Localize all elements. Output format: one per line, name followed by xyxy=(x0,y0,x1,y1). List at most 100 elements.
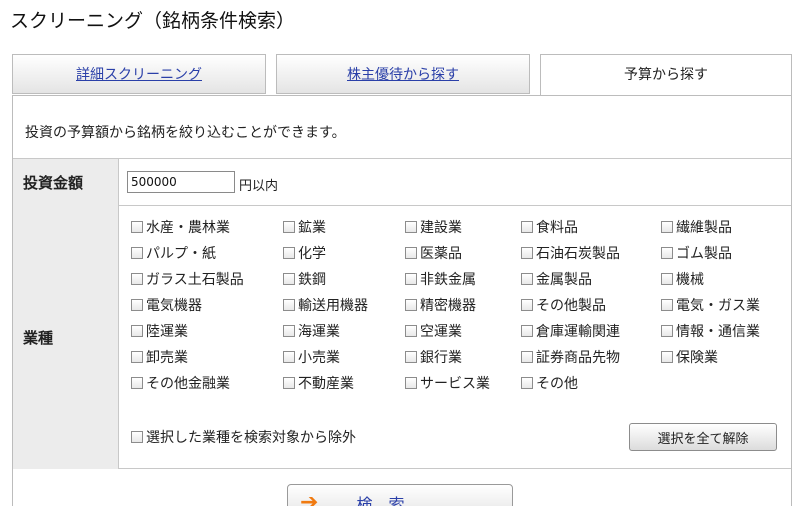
industry-option[interactable]: ゴム製品 xyxy=(661,243,732,263)
industry-checkbox[interactable] xyxy=(283,299,295,311)
industry-checkbox[interactable] xyxy=(521,273,533,285)
industry-checkbox[interactable] xyxy=(521,221,533,233)
industry-checkbox[interactable] xyxy=(405,351,417,363)
industry-checkbox[interactable] xyxy=(283,325,295,337)
industry-checkbox[interactable] xyxy=(131,299,143,311)
industry-option[interactable]: 情報・通信業 xyxy=(661,321,760,341)
industry-option[interactable]: 陸運業 xyxy=(131,321,188,341)
industry-option[interactable]: 電気・ガス業 xyxy=(661,295,760,315)
industry-checkbox[interactable] xyxy=(283,377,295,389)
industry-option[interactable]: 機械 xyxy=(661,269,704,289)
industry-option[interactable]: 食料品 xyxy=(521,217,578,237)
industry-checkbox[interactable] xyxy=(131,221,143,233)
industry-option[interactable]: サービス業 xyxy=(405,373,490,393)
search-button[interactable]: ➔ 検 索 xyxy=(287,484,513,506)
industry-checkbox[interactable] xyxy=(521,351,533,363)
industry-option-label: サービス業 xyxy=(420,376,490,392)
panel-description: 投資の予算額から銘柄を絞り込むことができます。 xyxy=(25,125,346,141)
industry-checkbox[interactable] xyxy=(661,247,673,259)
industry-option[interactable]: 空運業 xyxy=(405,321,462,341)
industry-checkbox[interactable] xyxy=(283,273,295,285)
industry-option-label: その他製品 xyxy=(536,298,606,314)
industry-option[interactable]: 水産・農林業 xyxy=(131,217,230,237)
exclude-option[interactable]: 選択した業種を検索対象から除外 xyxy=(131,427,356,447)
industry-option[interactable]: 繊維製品 xyxy=(661,217,732,237)
industry-option-label: 鉄鋼 xyxy=(298,272,326,288)
industry-option-label: ガラス土石製品 xyxy=(146,272,244,288)
industry-checkbox[interactable] xyxy=(521,299,533,311)
industry-option-label: 医薬品 xyxy=(420,246,462,262)
industry-checkbox[interactable] xyxy=(661,351,673,363)
industry-option[interactable]: パルプ・紙 xyxy=(131,243,216,263)
industry-label: 業種 xyxy=(13,205,119,469)
industry-checkbox[interactable] xyxy=(405,273,417,285)
industry-option-label: 金属製品 xyxy=(536,272,592,288)
industry-option[interactable]: 輸送用機器 xyxy=(283,295,368,315)
industry-option[interactable]: 金属製品 xyxy=(521,269,592,289)
tab-detailed-screening[interactable]: 詳細スクリーニング xyxy=(12,54,266,94)
industry-checkbox[interactable] xyxy=(405,377,417,389)
amount-input[interactable] xyxy=(127,171,235,193)
industry-checkbox[interactable] xyxy=(661,273,673,285)
exclude-checkbox[interactable] xyxy=(131,431,143,443)
industry-option[interactable]: 化学 xyxy=(283,243,326,263)
industry-option[interactable]: 保険業 xyxy=(661,347,718,367)
industry-option[interactable]: 不動産業 xyxy=(283,373,354,393)
industry-checkbox[interactable] xyxy=(405,221,417,233)
industry-option[interactable]: 鉱業 xyxy=(283,217,326,237)
industry-checkbox[interactable] xyxy=(661,221,673,233)
industry-checkbox[interactable] xyxy=(131,273,143,285)
clear-selection-button[interactable]: 選択を全て解除 xyxy=(629,423,777,451)
industry-option[interactable]: 海運業 xyxy=(283,321,340,341)
industry-checkbox[interactable] xyxy=(521,247,533,259)
industry-option-label: 銀行業 xyxy=(420,350,462,366)
industry-checkbox[interactable] xyxy=(131,351,143,363)
industry-option[interactable]: 銀行業 xyxy=(405,347,462,367)
tab-shareholder-benefits[interactable]: 株主優待から探す xyxy=(276,54,530,94)
industry-option-label: 食料品 xyxy=(536,220,578,236)
industry-checkbox[interactable] xyxy=(405,247,417,259)
industry-option-label: 石油石炭製品 xyxy=(536,246,620,262)
industry-option[interactable]: 鉄鋼 xyxy=(283,269,326,289)
industry-option[interactable]: 卸売業 xyxy=(131,347,188,367)
industry-checkbox[interactable] xyxy=(283,247,295,259)
amount-unit: 円以内 xyxy=(239,179,279,194)
industry-option[interactable]: 石油石炭製品 xyxy=(521,243,620,263)
industry-option-label: 電気機器 xyxy=(146,298,202,314)
industry-option[interactable]: 医薬品 xyxy=(405,243,462,263)
industry-checkbox[interactable] xyxy=(131,247,143,259)
industry-option[interactable]: その他製品 xyxy=(521,295,606,315)
industry-option-label: 精密機器 xyxy=(420,298,476,314)
industry-checkbox[interactable] xyxy=(405,299,417,311)
industry-option[interactable]: 証券商品先物 xyxy=(521,347,620,367)
industry-checkbox[interactable] xyxy=(283,351,295,363)
industry-option[interactable]: 精密機器 xyxy=(405,295,476,315)
industry-option[interactable]: 非鉄金属 xyxy=(405,269,476,289)
industry-checkbox[interactable] xyxy=(661,299,673,311)
industry-checkbox[interactable] xyxy=(131,377,143,389)
industry-option-label: 機械 xyxy=(676,272,704,288)
industry-checkbox[interactable] xyxy=(283,221,295,233)
industry-option-label: 建設業 xyxy=(420,220,462,236)
industry-option-label: 化学 xyxy=(298,246,326,262)
industry-option-label: 倉庫運輸関連 xyxy=(536,324,620,340)
industry-checkbox[interactable] xyxy=(521,325,533,337)
industry-option[interactable]: 倉庫運輸関連 xyxy=(521,321,620,341)
industry-option-label: 輸送用機器 xyxy=(298,298,368,314)
industry-option[interactable]: その他 xyxy=(521,373,578,393)
industry-checkbox[interactable] xyxy=(661,325,673,337)
industry-checkbox[interactable] xyxy=(521,377,533,389)
industry-option[interactable]: 電気機器 xyxy=(131,295,202,315)
tab-budget-search[interactable]: 予算から探す xyxy=(540,54,792,96)
industry-option[interactable]: 小売業 xyxy=(283,347,340,367)
budget-search-panel: 投資の予算額から銘柄を絞り込むことができます。 投資金額 円以内 業種 水産・農… xyxy=(12,95,792,506)
industry-option[interactable]: ガラス土石製品 xyxy=(131,269,244,289)
industry-option-label: 不動産業 xyxy=(298,376,354,392)
industry-checkbox[interactable] xyxy=(405,325,417,337)
industry-option[interactable]: 建設業 xyxy=(405,217,462,237)
industry-option-label: 証券商品先物 xyxy=(536,350,620,366)
industry-option-label: 陸運業 xyxy=(146,324,188,340)
industry-option[interactable]: その他金融業 xyxy=(131,373,230,393)
industry-option-label: パルプ・紙 xyxy=(146,246,216,262)
industry-checkbox[interactable] xyxy=(131,325,143,337)
